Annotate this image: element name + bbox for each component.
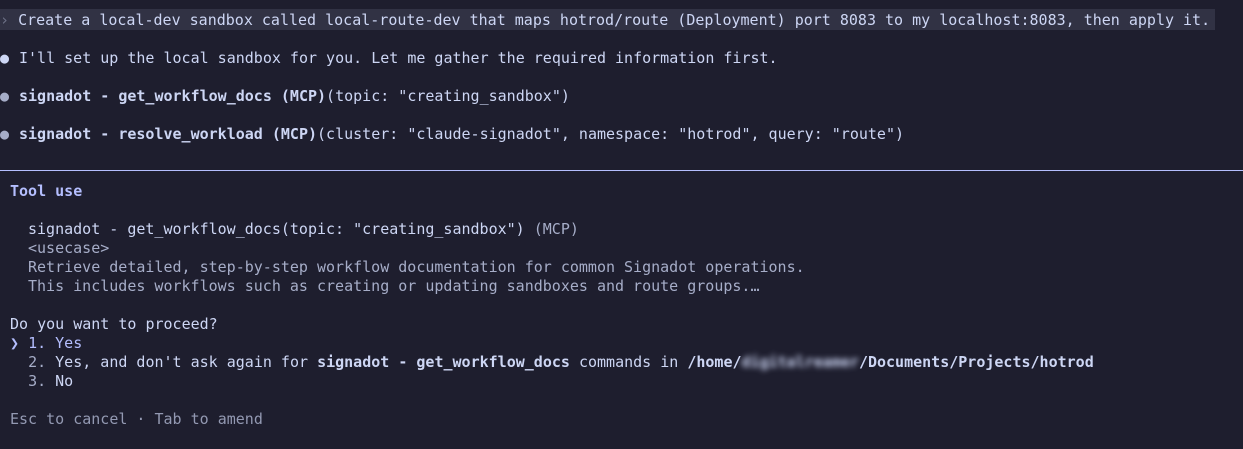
tool-call-resolve-workload: ● signadot - resolve_workload (MCP)(clust… [0,124,904,144]
assistant-message: ● I'll set up the local sandbox for you. … [0,48,778,68]
tool-use-call-text: signadot - get_workflow_docs(topic: "cre… [28,220,525,238]
tool-use-title: Tool use [10,182,83,200]
option-path-start: /home/ [687,353,742,371]
selection-marker [10,372,19,390]
tool-call-get-workflow-docs: ● signadot - get_workflow_docs (MCP)(topi… [0,86,570,106]
prompt-chevron-icon: › [0,11,10,29]
option-yes-dont-ask-again[interactable]: 2. Yes, and don't ask again for signadot… [10,352,1094,372]
tool-use-description-line: This includes workflows such as creating… [28,277,760,295]
option-label-prefix: Yes, and don't ask again for [55,353,318,371]
redacted-username: digitalreamer [741,353,859,371]
tool-use-description-line: <usecase> [28,239,110,257]
tool-call-name: signadot - resolve_workload (MCP) [19,125,318,143]
tool-call-name: signadot - get_workflow_docs (MCP) [19,87,327,105]
bullet-icon: ● [0,125,10,143]
option-label: Yes [55,334,83,352]
user-prompt: › Create a local-dev sandbox called loca… [0,10,1210,30]
option-path-end: /Documents/Projects/hotrod [858,353,1094,371]
proceed-question: Do you want to proceed? [10,315,218,333]
tool-call-args: (topic: "creating_sandbox") [326,87,570,105]
option-no[interactable]: 3. No [10,371,73,391]
user-prompt-text: Create a local-dev sandbox called local-… [18,11,1211,29]
option-label-mid: commands in [569,353,688,371]
tool-use-description-line: Retrieve detailed, step-by-step workflow… [28,258,805,276]
option-number: 1. [28,334,47,352]
bullet-icon: ● [0,87,10,105]
tool-use-call-suffix: (MCP) [533,220,579,238]
option-number: 2. [28,353,47,371]
keyboard-help-text: Esc to cancel · Tab to amend [10,410,263,428]
tool-call-args: (cluster: "claude-signadot", namespace: … [317,125,905,143]
tool-use-divider [0,170,1243,171]
option-number: 3. [28,372,47,390]
tool-use-call: signadot - get_workflow_docs(topic: "cre… [28,219,579,239]
option-label: No [55,372,74,390]
bullet-icon: ● [0,49,10,67]
selection-chevron-icon: ❯ [10,334,20,352]
selection-marker [10,353,19,371]
assistant-message-text: I'll set up the local sandbox for you. L… [19,49,778,67]
option-label-tool: signadot - get_workflow_docs [317,353,570,371]
option-yes[interactable]: ❯ 1. Yes [10,333,82,353]
